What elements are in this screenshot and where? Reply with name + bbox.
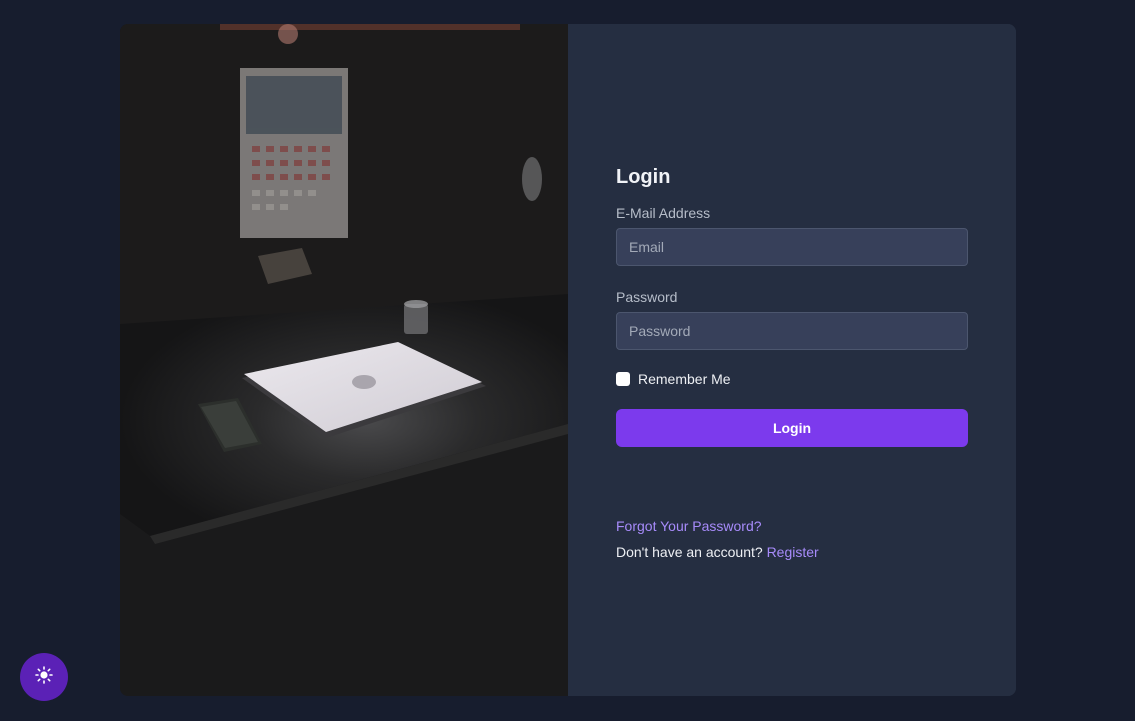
login-title: Login (616, 166, 671, 188)
remember-me-row: Remember Me (616, 369, 968, 389)
email-label: E-Mail Address (616, 205, 711, 221)
auth-links: Forgot Your Password? Don't have an acco… (616, 516, 968, 562)
password-group: Password (616, 288, 968, 350)
login-button[interactable]: Login (616, 409, 968, 447)
email-field[interactable] (616, 228, 968, 266)
desk-laptop-photo (120, 24, 568, 696)
no-account-text: Don't have an account? (616, 544, 763, 560)
sun-icon (35, 665, 53, 689)
remember-me-label[interactable]: Remember Me (638, 371, 731, 387)
login-form-panel: Login E-Mail Address Password Remember M… (568, 24, 1016, 696)
password-field[interactable] (616, 312, 968, 350)
theme-toggle-button[interactable] (20, 653, 68, 701)
remember-me-checkbox[interactable] (616, 372, 630, 386)
forgot-password-row: Forgot Your Password? (616, 516, 968, 536)
email-group: E-Mail Address (616, 204, 968, 266)
password-label: Password (616, 289, 678, 305)
forgot-password-link[interactable]: Forgot Your Password? (616, 518, 762, 534)
register-link[interactable]: Register (767, 544, 819, 560)
register-row: Don't have an account? Register (616, 542, 968, 562)
login-card: Login E-Mail Address Password Remember M… (120, 24, 1016, 696)
login-form: Login E-Mail Address Password Remember M… (616, 164, 968, 562)
